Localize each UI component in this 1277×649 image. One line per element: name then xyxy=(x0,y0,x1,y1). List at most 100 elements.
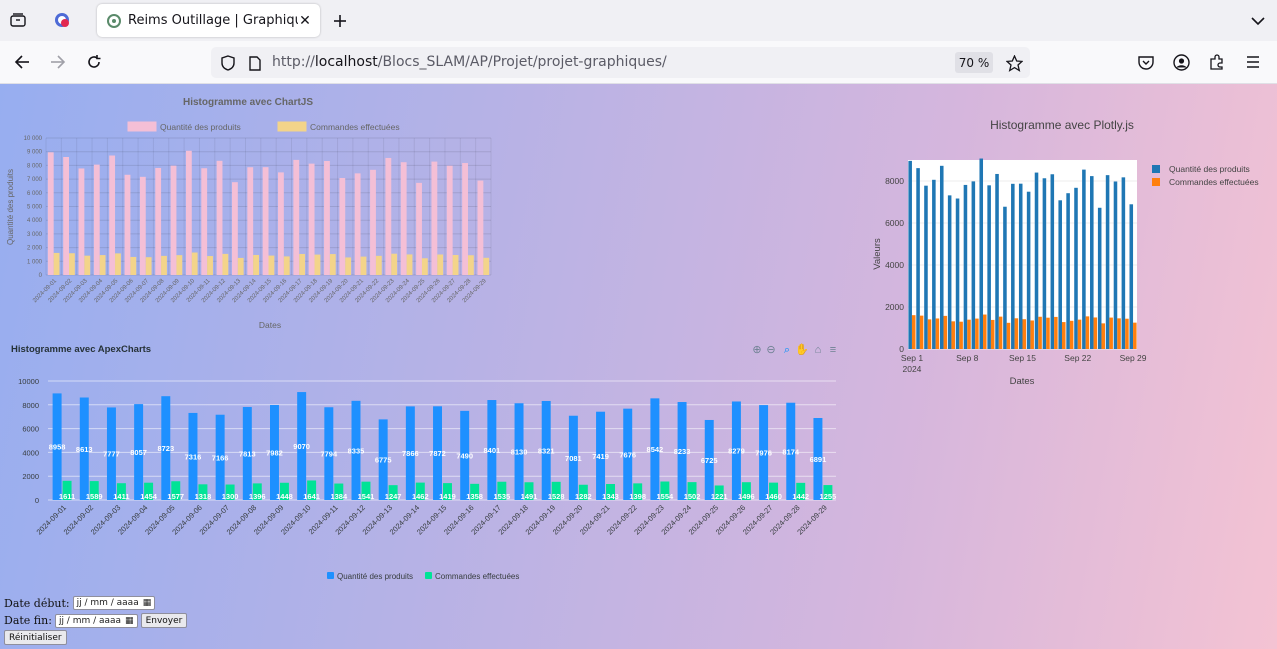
y-tick-label: 2 000 xyxy=(27,246,43,252)
url-prefix: http:// xyxy=(272,54,315,70)
tab-title: Reims Outillage | Graphiques xyxy=(128,13,298,28)
bar-quantite xyxy=(109,155,116,275)
bar-quantite xyxy=(1105,175,1110,349)
y-tick-label: 10 000 xyxy=(24,136,43,142)
bar-quantite xyxy=(339,177,346,275)
data-label-quantite: 7813 xyxy=(239,450,256,459)
reload-icon[interactable] xyxy=(83,51,105,73)
bar-commandes xyxy=(1109,317,1113,349)
reinitialiser-button[interactable]: Réinitialiser xyxy=(4,630,67,645)
hamburger-menu-icon[interactable] xyxy=(1243,52,1263,72)
bar-commandes xyxy=(161,255,167,275)
bar-quantite xyxy=(278,172,284,275)
active-tab[interactable]: Reims Outillage | Graphiques ✕ xyxy=(97,4,320,37)
calendar-icon[interactable]: ▦ xyxy=(125,616,134,626)
date-fin-label: Date fin: xyxy=(4,614,52,627)
y-tick-label: 6000 xyxy=(885,218,904,228)
plotly-histogram: Histogramme avec Plotly.js02000400060008… xyxy=(872,118,1259,387)
date-debut-input[interactable]: jj / mm / aaaa ▦ xyxy=(72,596,156,610)
zoom-badge[interactable]: 70 % xyxy=(955,52,993,73)
bar-quantite xyxy=(155,167,162,275)
data-label-commandes: 1462 xyxy=(412,492,429,501)
tab-list-icon[interactable] xyxy=(6,9,30,31)
bar-quantite xyxy=(400,162,407,275)
data-label-commandes: 1419 xyxy=(439,492,456,501)
data-label-quantite: 7976 xyxy=(755,449,772,458)
x-axis-label: Dates xyxy=(1010,376,1035,387)
magnifier-icon[interactable]: ⌕ xyxy=(784,344,790,356)
bar-quantite xyxy=(947,195,952,349)
bar-commandes xyxy=(329,254,336,275)
data-label-commandes: 1343 xyxy=(602,492,619,501)
bar-quantite xyxy=(370,169,376,275)
date-debut-placeholder: jj / mm / aaaa xyxy=(76,598,139,608)
data-label-quantite: 6775 xyxy=(375,456,392,465)
envoyer-button[interactable]: Envoyer xyxy=(140,613,188,628)
bar-commandes xyxy=(299,253,306,275)
y-tick-label: 8 000 xyxy=(27,163,43,169)
y-tick-label: 9 000 xyxy=(27,150,43,156)
shield-icon[interactable] xyxy=(219,54,237,72)
legend-label-0: Quantité des produits xyxy=(160,122,241,132)
account-icon[interactable] xyxy=(1171,52,1191,72)
data-label-commandes: 1589 xyxy=(86,492,103,501)
bar-quantite xyxy=(324,161,330,275)
bar-commandes xyxy=(283,256,290,275)
bar-quantite xyxy=(247,167,254,275)
bar-commandes xyxy=(145,257,152,275)
home-icon[interactable]: ⌂ xyxy=(815,344,822,356)
chartjs-histogram: Histogramme avec ChartJS Quantité des pro… xyxy=(6,97,492,330)
menu-icon[interactable]: ≡ xyxy=(830,344,836,356)
reset-row: Réinitialiser xyxy=(4,630,67,645)
data-label-quantite: 9070 xyxy=(293,442,310,451)
bar-quantite xyxy=(908,160,912,349)
data-label-commandes: 1255 xyxy=(820,492,837,501)
pan-hand-icon[interactable]: ✋ xyxy=(795,343,809,356)
bar-commandes xyxy=(314,254,321,275)
legend-label-0: Quantité des produits xyxy=(337,572,413,581)
chartjs-title: Histogramme avec ChartJS xyxy=(183,97,313,108)
pocket-icon[interactable] xyxy=(1136,52,1156,72)
data-label-quantite: 7866 xyxy=(402,449,419,458)
list-all-tabs-icon[interactable] xyxy=(1247,10,1269,32)
bar-commandes xyxy=(1101,323,1106,349)
zoom-out-icon[interactable]: ⊖ xyxy=(766,344,775,356)
data-label-quantite: 8174 xyxy=(782,447,800,456)
y-tick-label: 7 000 xyxy=(27,177,43,183)
pinned-tab-icon[interactable] xyxy=(50,9,74,31)
legend-swatch-0 xyxy=(327,572,334,579)
bar-quantite xyxy=(477,180,484,275)
bar-commandes xyxy=(69,253,75,275)
data-label-commandes: 1496 xyxy=(738,492,755,501)
bar-quantite xyxy=(93,164,100,275)
bar-quantite xyxy=(963,184,968,349)
new-tab-icon[interactable] xyxy=(329,10,351,32)
date-fin-placeholder: jj / mm / aaaa xyxy=(58,615,122,626)
zoom-in-icon[interactable]: ⊕ xyxy=(752,344,761,356)
calendar-icon[interactable]: ▦ xyxy=(143,598,152,608)
bar-commandes xyxy=(1133,322,1137,349)
forward-icon[interactable] xyxy=(47,51,69,73)
bar-quantite xyxy=(216,160,223,275)
data-label-quantite: 8723 xyxy=(157,444,174,453)
bar-quantite xyxy=(1026,191,1031,349)
page-icon[interactable] xyxy=(246,54,264,72)
tab-bar: Reims Outillage | Graphiques ✕ xyxy=(0,0,1277,41)
bar-commandes xyxy=(1061,322,1066,349)
bar-commandes xyxy=(84,255,91,275)
bar-quantite xyxy=(1011,183,1015,349)
bar-commandes xyxy=(967,319,971,349)
bar-commandes xyxy=(935,318,940,349)
date-fin-input[interactable]: jj / mm / aaaa ▦ xyxy=(54,613,138,628)
data-label-quantite: 6891 xyxy=(810,455,827,464)
bar-commandes xyxy=(1046,317,1050,349)
bar-quantite xyxy=(1066,193,1070,349)
data-label-quantite: 8057 xyxy=(130,448,147,457)
close-tab-icon[interactable]: ✕ xyxy=(298,13,312,29)
extensions-icon[interactable] xyxy=(1207,52,1227,72)
back-icon[interactable] xyxy=(11,51,33,73)
bookmark-star-icon[interactable] xyxy=(1004,53,1024,73)
url-text[interactable]: http://localhost/Blocs_SLAM/AP/Projet/pr… xyxy=(272,54,667,70)
data-label-quantite: 8130 xyxy=(511,448,528,457)
url-bar[interactable]: http://localhost/Blocs_SLAM/AP/Projet/pr… xyxy=(211,47,1030,78)
